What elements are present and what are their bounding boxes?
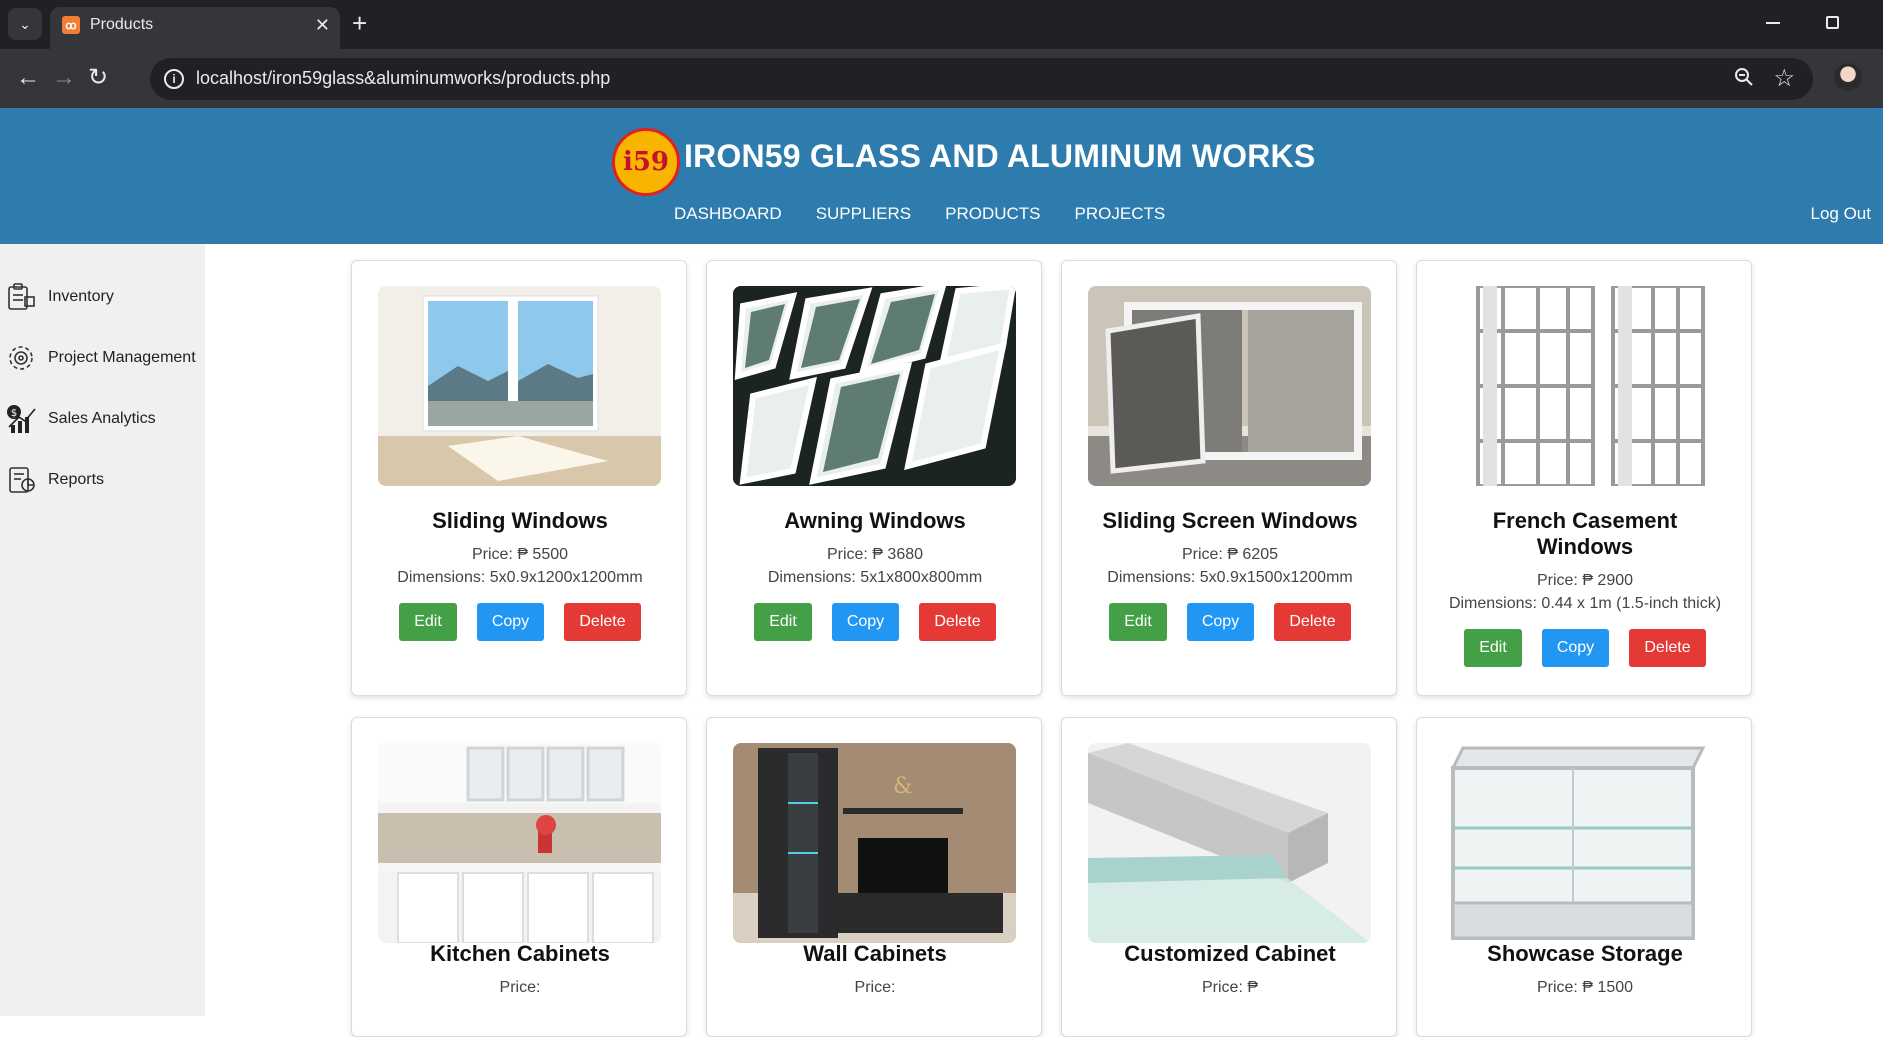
sidebar: Inventory Project Management $ Sales Ana… bbox=[0, 244, 205, 1016]
sidebar-item-project-management[interactable]: Project Management bbox=[4, 341, 196, 375]
product-actions: Edit Copy Delete bbox=[352, 603, 688, 641]
product-image-sliding-screen-windows bbox=[1088, 286, 1371, 486]
product-price: Price: bbox=[499, 979, 541, 996]
sidebar-item-label: Sales Analytics bbox=[48, 410, 156, 427]
product-name: Wall Cabinets bbox=[803, 941, 947, 966]
browser-tab-products[interactable]: ꝏ Products ✕ bbox=[50, 7, 340, 49]
product-name-line-2: Windows bbox=[1536, 534, 1634, 559]
product-name: Sliding Screen Windows bbox=[1102, 508, 1358, 533]
project-gear-icon bbox=[4, 341, 38, 375]
product-image-customized-cabinet bbox=[1088, 743, 1371, 943]
product-price: Price: ₱ 2900 bbox=[1536, 572, 1634, 589]
main-nav: DASHBOARD SUPPLIERS PRODUCTS PROJECTS bbox=[674, 204, 1165, 224]
product-card: Kitchen Cabinets Price: bbox=[351, 717, 687, 1037]
new-tab-button[interactable]: + bbox=[352, 9, 367, 37]
nav-projects[interactable]: PROJECTS bbox=[1075, 204, 1166, 224]
site-header: i59 IRON59 GLASS AND ALUMINUM WORKS DASH… bbox=[0, 108, 1883, 244]
product-actions: Edit Copy Delete bbox=[1417, 629, 1753, 667]
product-name: Kitchen Cabinets bbox=[430, 941, 610, 966]
sidebar-item-reports[interactable]: Reports bbox=[4, 463, 104, 497]
svg-text:$: $ bbox=[11, 408, 17, 419]
product-card: French Casement Windows Price: ₱ 2900 Di… bbox=[1416, 260, 1752, 696]
sidebar-item-label: Inventory bbox=[48, 288, 114, 305]
window-minimize-icon[interactable] bbox=[1766, 22, 1780, 24]
company-logo: i59 bbox=[612, 128, 680, 196]
browser-tabbar: ⌄ ꝏ Products ✕ + bbox=[0, 0, 1883, 49]
product-name: Showcase Storage bbox=[1487, 941, 1683, 966]
copy-button[interactable]: Copy bbox=[832, 603, 899, 641]
copy-button[interactable]: Copy bbox=[1187, 603, 1254, 641]
url-text[interactable]: localhost/iron59glass&aluminumworks/prod… bbox=[196, 68, 610, 89]
product-card: Awning Windows Price: ₱ 3680 Dimensions:… bbox=[706, 260, 1042, 696]
report-icon bbox=[4, 463, 38, 497]
product-image-kitchen-cabinets bbox=[378, 743, 661, 943]
product-image-sliding-windows bbox=[378, 286, 661, 486]
product-dimensions: Dimensions: 5x0.9x1500x1200mm bbox=[1107, 569, 1353, 586]
product-card: & Wall Cabinets Price: bbox=[706, 717, 1042, 1037]
site-title: IRON59 GLASS AND ALUMINUM WORKS bbox=[684, 138, 1316, 174]
product-name: Awning Windows bbox=[784, 508, 966, 533]
product-card: Showcase Storage Price: ₱ 1500 bbox=[1416, 717, 1752, 1037]
copy-button[interactable]: Copy bbox=[1542, 629, 1609, 667]
product-dimensions: Dimensions: 5x1x800x800mm bbox=[767, 569, 983, 586]
product-price: Price: bbox=[854, 979, 896, 996]
product-card: Sliding Screen Windows Price: ₱ 6205 Dim… bbox=[1061, 260, 1397, 696]
edit-button[interactable]: Edit bbox=[399, 603, 457, 641]
address-bar[interactable]: i localhost/iron59glass&aluminumworks/pr… bbox=[150, 58, 1813, 100]
svg-text:&: & bbox=[893, 774, 913, 799]
sidebar-item-sales-analytics[interactable]: $ Sales Analytics bbox=[4, 402, 156, 436]
tab-close-icon[interactable]: ✕ bbox=[315, 15, 330, 36]
inventory-icon bbox=[4, 280, 38, 314]
sidebar-item-label: Reports bbox=[48, 471, 105, 488]
product-image-french-casement-windows bbox=[1443, 286, 1726, 486]
xampp-favicon-icon: ꝏ bbox=[62, 16, 80, 34]
nav-suppliers[interactable]: SUPPLIERS bbox=[816, 204, 911, 224]
copy-button[interactable]: Copy bbox=[477, 603, 544, 641]
product-dimensions: Dimensions: 0.44 x 1m (1.5-inch thick) bbox=[1448, 595, 1722, 612]
product-price: Price: ₱ bbox=[1201, 979, 1258, 996]
profile-avatar[interactable] bbox=[1834, 63, 1862, 91]
product-price: Price: ₱ 3680 bbox=[826, 546, 924, 563]
product-image-awning-windows bbox=[733, 286, 1016, 486]
product-actions: Edit Copy Delete bbox=[1062, 603, 1398, 641]
edit-button[interactable]: Edit bbox=[1464, 629, 1522, 667]
product-image-wall-cabinets: & bbox=[733, 743, 1016, 943]
site-info-icon[interactable]: i bbox=[164, 69, 184, 89]
sidebar-item-inventory[interactable]: Inventory bbox=[4, 280, 114, 314]
reload-icon[interactable]: ↻ bbox=[88, 63, 108, 93]
product-dimensions: Dimensions: 5x0.9x1200x1200mm bbox=[397, 569, 643, 586]
nav-dashboard[interactable]: DASHBOARD bbox=[674, 204, 782, 224]
delete-button[interactable]: Delete bbox=[1629, 629, 1706, 667]
zoom-icon[interactable] bbox=[1733, 66, 1755, 94]
delete-button[interactable]: Delete bbox=[564, 603, 641, 641]
delete-button[interactable]: Delete bbox=[919, 603, 996, 641]
forward-arrow-icon[interactable]: → bbox=[52, 63, 76, 93]
sales-chart-icon: $ bbox=[4, 402, 38, 436]
edit-button[interactable]: Edit bbox=[1109, 603, 1167, 641]
edit-button[interactable]: Edit bbox=[754, 603, 812, 641]
product-name: Customized Cabinet bbox=[1124, 941, 1336, 966]
browser-toolbar: ← → ↻ i localhost/iron59glass&aluminumwo… bbox=[0, 49, 1883, 108]
product-price: Price: ₱ 5500 bbox=[471, 546, 569, 563]
product-image-showcase-storage bbox=[1443, 743, 1726, 943]
product-actions: Edit Copy Delete bbox=[707, 603, 1043, 641]
bookmark-star-icon[interactable]: ☆ bbox=[1773, 64, 1795, 93]
nav-products[interactable]: PRODUCTS bbox=[945, 204, 1040, 224]
product-price: Price: ₱ 1500 bbox=[1536, 979, 1634, 996]
product-price: Price: ₱ 6205 bbox=[1181, 546, 1279, 563]
tab-title: Products bbox=[90, 16, 154, 33]
delete-button[interactable]: Delete bbox=[1274, 603, 1351, 641]
logout-link[interactable]: Log Out bbox=[1811, 204, 1872, 224]
sidebar-item-label: Project Management bbox=[48, 349, 196, 366]
product-name: Sliding Windows bbox=[432, 508, 608, 533]
window-restore-icon[interactable] bbox=[1826, 16, 1839, 29]
tab-search-menu-button[interactable]: ⌄ bbox=[8, 8, 42, 40]
back-arrow-icon[interactable]: ← bbox=[16, 63, 40, 93]
product-card: Sliding Windows Price: ₱ 5500 Dimensions… bbox=[351, 260, 687, 696]
product-name-line-1: French Casement bbox=[1492, 508, 1678, 533]
product-card: Customized Cabinet Price: ₱ bbox=[1061, 717, 1397, 1037]
